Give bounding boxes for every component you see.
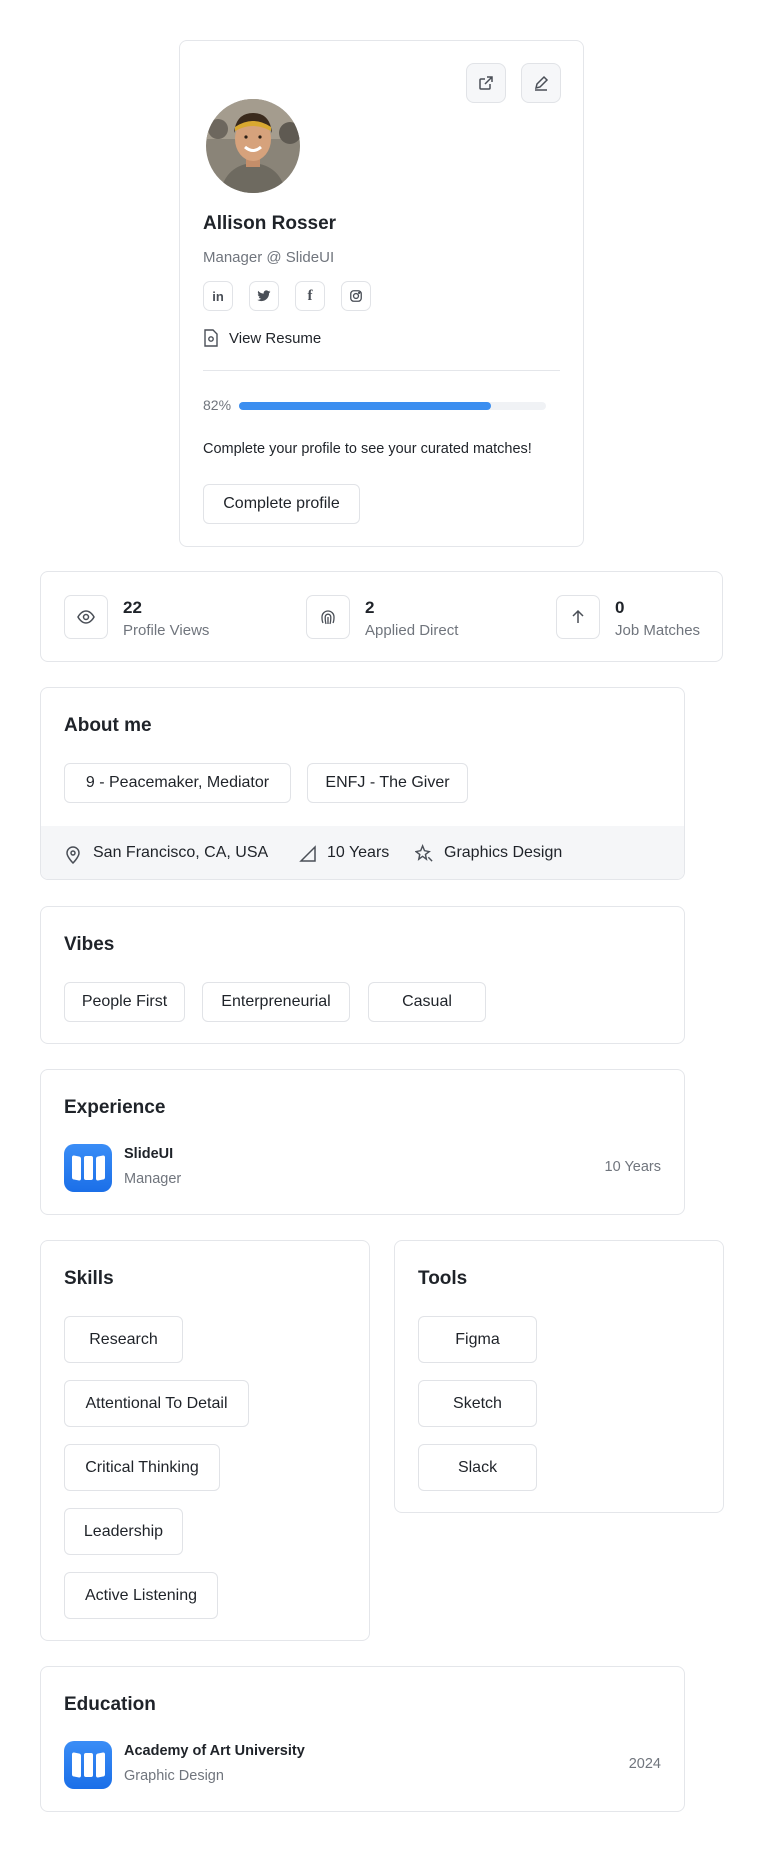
- company-name: SlideUI: [124, 1146, 174, 1162]
- facebook-link[interactable]: f: [295, 281, 325, 311]
- vibes-title: Vibes: [64, 934, 115, 955]
- experience-years-text: 10 Years: [327, 844, 390, 861]
- applied-direct-count: 2: [365, 598, 375, 617]
- education-title: Education: [64, 1694, 156, 1715]
- stat-icon-box: [64, 595, 108, 639]
- linkedin-link[interactable]: in: [203, 281, 233, 311]
- ruler-icon: [299, 845, 316, 862]
- avatar: [206, 99, 300, 193]
- personality-chip: 9 - Peacemaker, Mediator: [64, 763, 291, 803]
- degree-name: Graphic Design: [124, 1768, 224, 1784]
- progress-fill: [239, 402, 491, 410]
- about-card: About me 9 - Peacemaker, Mediator ENFJ -…: [40, 687, 685, 880]
- fingerprint-icon: [321, 610, 335, 625]
- view-resume-link[interactable]: View Resume: [203, 329, 321, 347]
- profile-views-label: Profile Views: [123, 622, 210, 639]
- location-text: San Francisco, CA, USA: [93, 844, 269, 861]
- personality-chip: ENFJ - The Giver: [307, 763, 468, 803]
- twitter-link[interactable]: [249, 281, 279, 311]
- vibe-chip: Enterpreneurial: [202, 982, 350, 1022]
- tools-title: Tools: [418, 1268, 468, 1289]
- stats-card: 22 Profile Views 2 Applied Direct 0 Job …: [40, 571, 723, 662]
- facebook-icon: f: [307, 287, 313, 304]
- skill-chip: Active Listening: [64, 1572, 218, 1619]
- progress-percent: 82%: [203, 397, 232, 413]
- graduation-year: 2024: [628, 1756, 661, 1772]
- tool-chip: Figma: [418, 1316, 537, 1363]
- linkedin-icon: in: [212, 288, 224, 304]
- about-title: About me: [64, 715, 152, 736]
- instagram-link[interactable]: [341, 281, 371, 311]
- document-icon: [204, 329, 218, 347]
- skill-chip: Research: [64, 1316, 183, 1363]
- education-card: Education Academy of Art University Grap…: [40, 1666, 685, 1812]
- company-logo: [64, 1144, 112, 1192]
- job-matches-count: 0: [615, 598, 625, 617]
- skill-chip: Attentional To Detail: [64, 1380, 249, 1427]
- skills-card: Skills Research Attentional To Detail Cr…: [40, 1240, 370, 1641]
- twitter-icon: [257, 290, 271, 302]
- tool-chip: Sketch: [418, 1380, 537, 1427]
- tools-card: Tools Figma Sketch Slack: [394, 1240, 724, 1513]
- sparkle-icon: [415, 844, 433, 862]
- experience-title: Experience: [64, 1097, 166, 1118]
- arrow-up-icon: [572, 609, 584, 623]
- applied-direct-label: Applied Direct: [365, 622, 459, 639]
- tool-chip: Slack: [418, 1444, 537, 1491]
- view-resume-label: View Resume: [229, 329, 322, 347]
- eye-icon: [77, 610, 95, 624]
- external-link-icon: [479, 76, 493, 90]
- divider: [203, 370, 560, 371]
- stat-icon-box: [556, 595, 600, 639]
- profile-card: Allison Rosser Manager @ SlideUI in f Vi…: [179, 40, 584, 547]
- profile-views-count: 22: [123, 598, 142, 617]
- about-info-bar: San Francisco, CA, USA 10 Years Graphics…: [41, 826, 684, 879]
- job-matches-label: Job Matches: [615, 622, 701, 639]
- vibe-chip: People First: [64, 982, 185, 1022]
- edit-profile-button[interactable]: [521, 63, 561, 103]
- field-text: Graphics Design: [444, 844, 563, 861]
- profile-role: Manager @ SlideUI: [203, 249, 335, 266]
- experience-card: Experience SlideUI Manager 10 Years: [40, 1069, 685, 1215]
- complete-profile-button[interactable]: Complete profile: [203, 484, 360, 524]
- company-role: Manager: [124, 1171, 182, 1187]
- vibe-chip: Casual: [368, 982, 486, 1022]
- school-name: Academy of Art University: [124, 1743, 305, 1759]
- profile-name: Allison Rosser: [203, 213, 337, 234]
- complete-profile-text: Complete your profile to see your curate…: [203, 441, 532, 457]
- edit-icon: [534, 75, 549, 91]
- open-external-button[interactable]: [466, 63, 506, 103]
- progress-track: [239, 402, 546, 410]
- skill-chip: Critical Thinking: [64, 1444, 220, 1491]
- skills-title: Skills: [64, 1268, 114, 1289]
- stat-icon-box: [306, 595, 350, 639]
- location-pin-icon: [66, 846, 80, 864]
- school-logo: [64, 1741, 112, 1789]
- experience-duration: 10 Years: [604, 1159, 661, 1175]
- instagram-icon: [350, 290, 362, 302]
- skill-chip: Leadership: [64, 1508, 183, 1555]
- vibes-card: Vibes People First Enterpreneurial Casua…: [40, 906, 685, 1044]
